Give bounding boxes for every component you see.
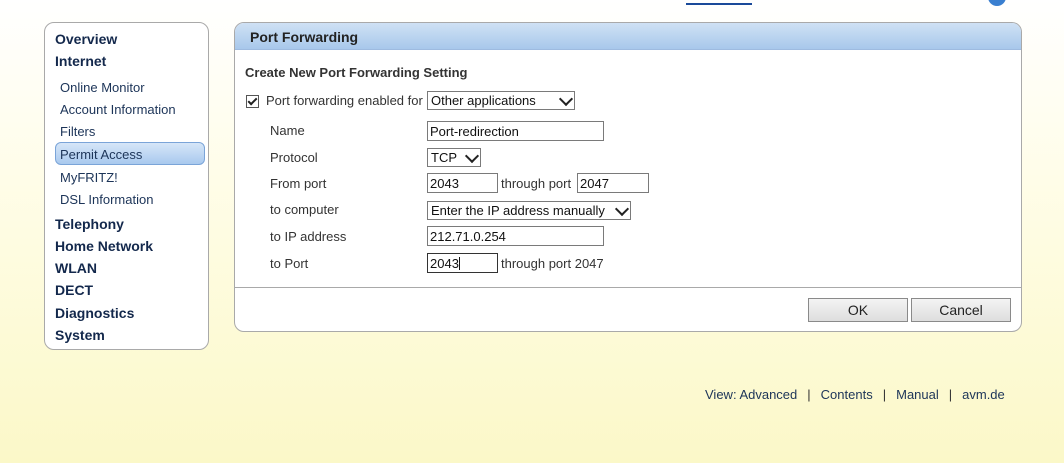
help-icon[interactable] [988, 0, 1006, 6]
to-computer-label: to computer [270, 202, 339, 217]
to-computer-value: Enter the IP address manually [431, 203, 605, 218]
to-computer-select[interactable]: Enter the IP address manually [427, 201, 631, 220]
to-ip-value: 212.71.0.254 [430, 229, 506, 244]
sidebar-subitem-permit-access[interactable]: Permit Access [60, 147, 142, 162]
sidebar-menu: Overview Internet Online Monitor Account… [44, 22, 209, 350]
footer-separator: | [807, 387, 811, 402]
footer-manual-link[interactable]: Manual [896, 387, 939, 402]
footer-separator: | [948, 387, 953, 402]
sidebar-item-internet[interactable]: Internet [55, 53, 106, 69]
to-ip-label: to IP address [270, 229, 347, 244]
cancel-button[interactable]: Cancel [911, 298, 1011, 322]
footer-avm-link[interactable]: avm.de [962, 387, 1005, 402]
sidebar-subitem-online-monitor[interactable]: Online Monitor [60, 80, 145, 95]
enable-label: Port forwarding enabled for [266, 93, 423, 108]
through-port-field[interactable]: 2047 [577, 173, 649, 193]
sidebar-item-telephony[interactable]: Telephony [55, 216, 124, 232]
port-forwarding-panel: Port Forwarding Create New Port Forwardi… [234, 22, 1022, 332]
footer-separator: | [882, 387, 887, 402]
chevron-down-icon [558, 91, 574, 107]
sidebar-subitem-filters[interactable]: Filters [60, 124, 95, 139]
top-navigation [640, 0, 1064, 6]
from-port-label: From port [270, 176, 327, 191]
enable-checkbox[interactable] [246, 95, 259, 108]
sidebar-item-system[interactable]: System [55, 327, 105, 343]
application-type-value: Other applications [431, 93, 536, 108]
protocol-value: TCP [431, 150, 457, 165]
panel-title: Port Forwarding [250, 29, 359, 45]
section-title: Create New Port Forwarding Setting [245, 65, 468, 80]
sidebar-subitem-dsl-information[interactable]: DSL Information [60, 192, 153, 207]
name-value: Port-redirection [430, 124, 519, 139]
panel-divider [235, 287, 1021, 288]
to-ip-field[interactable]: 212.71.0.254 [427, 226, 604, 246]
to-port-label: to Port [270, 256, 309, 271]
name-label: Name [270, 123, 305, 138]
top-nav-active-indicator[interactable] [686, 0, 752, 5]
sidebar-item-wlan[interactable]: WLAN [55, 260, 97, 276]
to-through-port-text: through port 2047 [501, 256, 604, 271]
text-cursor [458, 257, 460, 270]
footer-links: View: Advanced | Contents | Manual | avm.de [705, 387, 1005, 402]
name-field[interactable]: Port-redirection [427, 121, 604, 141]
from-port-field[interactable]: 2043 [427, 173, 498, 193]
through-port-label: through port [501, 176, 572, 191]
from-port-value: 2043 [430, 176, 459, 191]
sidebar-item-overview[interactable]: Overview [55, 31, 117, 47]
footer-contents-link[interactable]: Contents [821, 387, 873, 402]
to-port-value: 2043 [430, 256, 459, 271]
application-type-select[interactable]: Other applications [427, 91, 575, 110]
to-port-field[interactable]: 2043 [427, 253, 498, 273]
protocol-label: Protocol [270, 150, 318, 165]
sidebar-item-diagnostics[interactable]: Diagnostics [55, 305, 134, 321]
chevron-down-icon [464, 148, 480, 164]
panel-header: Port Forwarding [235, 23, 1021, 50]
sidebar-subitem-account-information[interactable]: Account Information [60, 102, 176, 117]
protocol-select[interactable]: TCP [427, 148, 481, 167]
ok-button[interactable]: OK [808, 298, 908, 322]
footer-view-advanced-link[interactable]: View: Advanced [705, 387, 797, 402]
through-port-value: 2047 [580, 176, 609, 191]
sidebar-subitem-myfritz[interactable]: MyFRITZ! [60, 170, 118, 185]
chevron-down-icon [614, 201, 630, 217]
sidebar-item-home-network[interactable]: Home Network [55, 238, 153, 254]
sidebar-item-dect[interactable]: DECT [55, 282, 93, 298]
